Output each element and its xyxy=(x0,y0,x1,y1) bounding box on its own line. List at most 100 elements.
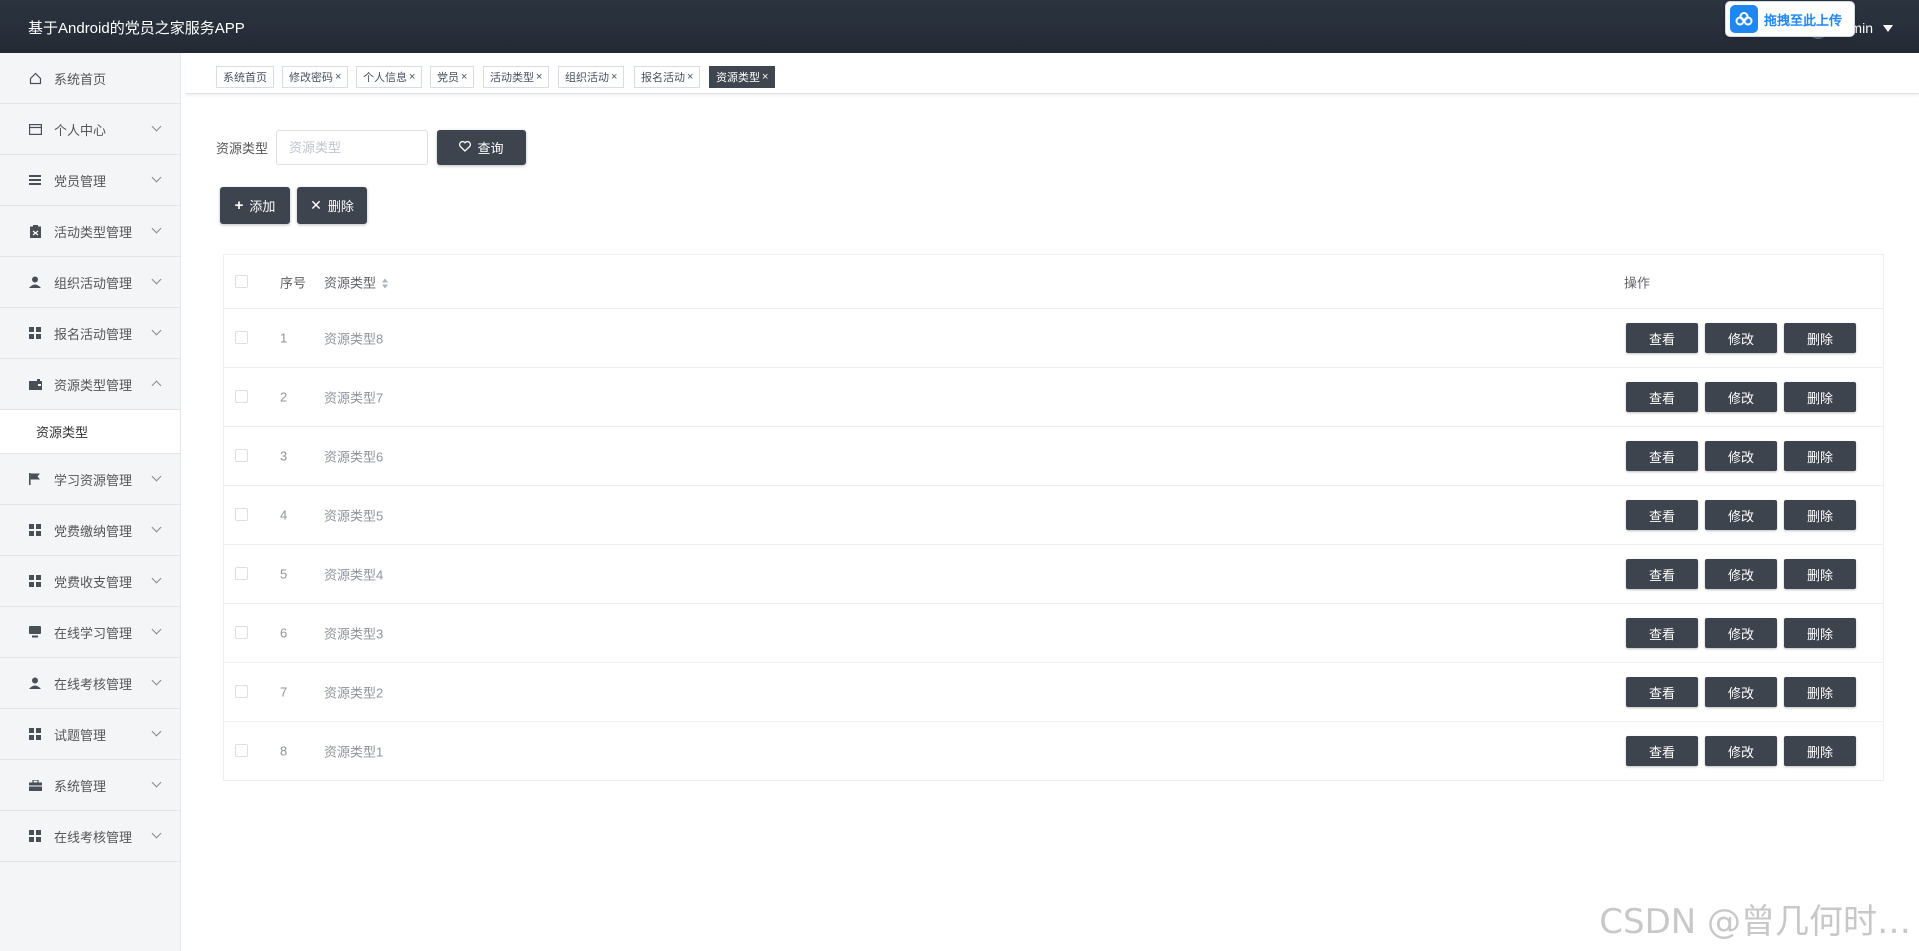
delete-button[interactable]: 删除 xyxy=(1784,559,1856,589)
tab-label: 资源类型 xyxy=(716,72,760,84)
view-button[interactable]: 查看 xyxy=(1626,500,1698,530)
close-icon[interactable]: × xyxy=(687,71,693,83)
row-no: 7 xyxy=(280,684,288,700)
view-button[interactable]: 查看 xyxy=(1626,323,1698,353)
edit-button[interactable]: 修改 xyxy=(1705,559,1777,589)
header-type[interactable]: 资源类型 xyxy=(324,272,389,291)
close-icon[interactable]: × xyxy=(409,71,415,83)
edit-button[interactable]: 修改 xyxy=(1705,441,1777,471)
home-icon xyxy=(28,71,42,85)
sidebar-item-org-activities[interactable]: 组织活动管理 xyxy=(0,257,180,308)
delete-button[interactable]: 删除 xyxy=(1784,736,1856,766)
edit-button[interactable]: 修改 xyxy=(1705,500,1777,530)
delete-button[interactable]: 删除 xyxy=(1784,500,1856,530)
table-row: 1 资源类型8 查看 修改 删除 xyxy=(224,309,1883,368)
close-icon[interactable]: × xyxy=(611,71,617,83)
row-checkbox[interactable] xyxy=(235,744,248,757)
resource-type-table: 序号 资源类型 操作 1 资源类型8 查看 修改 删除 2 资源类型7 查看 修… xyxy=(223,254,1884,781)
tab-org-activities[interactable]: 组织活动 × xyxy=(558,66,625,88)
sort-icon[interactable] xyxy=(382,278,389,289)
row-actions: 查看 修改 删除 xyxy=(1626,618,1856,648)
delete-button[interactable]: 删除 xyxy=(1784,677,1856,707)
row-checkbox[interactable] xyxy=(235,449,248,462)
close-icon[interactable]: × xyxy=(335,71,341,83)
tab-signup-activities[interactable]: 报名活动 × xyxy=(634,66,701,88)
edit-button[interactable]: 修改 xyxy=(1705,736,1777,766)
sidebar-item-label: 组织活动管理 xyxy=(54,275,133,291)
sidebar-item-study-resources[interactable]: 学习资源管理 xyxy=(0,454,180,505)
view-button[interactable]: 查看 xyxy=(1626,559,1698,589)
sidebar-item-online-exam[interactable]: 在线考核管理 xyxy=(0,658,180,709)
query-button-label: 查询 xyxy=(477,141,504,156)
header-type-label: 资源类型 xyxy=(324,275,377,290)
sidebar-item-signup-activities[interactable]: 报名活动管理 xyxy=(0,308,180,359)
table-row: 4 资源类型5 查看 修改 删除 xyxy=(224,486,1883,545)
row-checkbox[interactable] xyxy=(235,685,248,698)
delete-button-label: 删除 xyxy=(327,199,354,214)
tab-home[interactable]: 系统首页 xyxy=(216,66,274,88)
edit-button[interactable]: 修改 xyxy=(1705,323,1777,353)
view-button[interactable]: 查看 xyxy=(1626,736,1698,766)
sidebar-item-questions[interactable]: 试题管理 xyxy=(0,709,180,760)
grid-icon xyxy=(28,574,42,588)
close-icon[interactable]: × xyxy=(762,71,768,83)
edit-button[interactable]: 修改 xyxy=(1705,382,1777,412)
chevron-down-icon xyxy=(151,726,162,737)
chevron-down-icon xyxy=(151,471,162,482)
row-checkbox[interactable] xyxy=(235,390,248,403)
clipboard-icon xyxy=(28,224,42,238)
tab-change-password[interactable]: 修改密码 × xyxy=(282,66,349,88)
tab-profile[interactable]: 个人信息 × xyxy=(356,66,423,88)
row-type: 资源类型7 xyxy=(324,390,384,406)
sidebar-item-system[interactable]: 系统管理 xyxy=(0,760,180,811)
sidebar-item-online-exam-2[interactable]: 在线考核管理 xyxy=(0,811,180,862)
add-button[interactable]: + 添加 xyxy=(220,187,290,224)
sidebar-item-home[interactable]: 系统首页 xyxy=(0,53,180,104)
chevron-down-icon xyxy=(151,573,162,584)
row-type: 资源类型2 xyxy=(324,685,384,701)
user-icon xyxy=(28,275,42,289)
sidebar-item-dues-finance[interactable]: 党费收支管理 xyxy=(0,556,180,607)
edit-button[interactable]: 修改 xyxy=(1705,618,1777,648)
row-checkbox[interactable] xyxy=(235,567,248,580)
view-button[interactable]: 查看 xyxy=(1626,441,1698,471)
batch-delete-button[interactable]: ✕ 删除 xyxy=(297,187,367,224)
view-button[interactable]: 查看 xyxy=(1626,677,1698,707)
query-button[interactable]: 查询 xyxy=(437,130,526,165)
upload-drop-badge[interactable]: 拖拽至此上传 xyxy=(1725,1,1855,37)
submenu-item-label: 资源类型 xyxy=(36,425,89,440)
tab-label: 党员 xyxy=(437,72,459,84)
sidebar-item-label: 资源类型管理 xyxy=(54,377,133,393)
sidebar-item-online-study[interactable]: 在线学习管理 xyxy=(0,607,180,658)
sidebar-item-members[interactable]: 党员管理 xyxy=(0,155,180,206)
sidebar-item-resource-types[interactable]: 资源类型管理 xyxy=(0,359,180,410)
row-checkbox[interactable] xyxy=(235,331,248,344)
view-button[interactable]: 查看 xyxy=(1626,382,1698,412)
table-row: 2 资源类型7 查看 修改 删除 xyxy=(224,368,1883,427)
delete-button[interactable]: 删除 xyxy=(1784,382,1856,412)
grid-icon xyxy=(28,326,42,340)
close-icon[interactable]: × xyxy=(461,71,467,83)
user-icon xyxy=(28,676,42,690)
sidebar-item-dues-payment[interactable]: 党费缴纳管理 xyxy=(0,505,180,556)
search-input[interactable] xyxy=(276,130,428,165)
delete-button[interactable]: 删除 xyxy=(1784,618,1856,648)
tab-activity-types[interactable]: 活动类型 × xyxy=(483,66,550,88)
sidebar-item-activity-types[interactable]: 活动类型管理 xyxy=(0,206,180,257)
sidebar-item-label: 个人中心 xyxy=(54,122,107,138)
row-checkbox[interactable] xyxy=(235,508,248,521)
row-checkbox[interactable] xyxy=(235,626,248,639)
add-button-label: 添加 xyxy=(249,199,276,214)
submenu-item-resource-type[interactable]: 资源类型 xyxy=(0,410,180,454)
edit-button[interactable]: 修改 xyxy=(1705,677,1777,707)
sidebar-item-personal-center[interactable]: 个人中心 xyxy=(0,104,180,155)
close-icon[interactable]: × xyxy=(536,71,542,83)
select-all-checkbox[interactable] xyxy=(235,274,248,288)
tab-members[interactable]: 党员 × xyxy=(430,66,475,88)
tab-label: 系统首页 xyxy=(223,72,267,84)
view-button[interactable]: 查看 xyxy=(1626,618,1698,648)
delete-button[interactable]: 删除 xyxy=(1784,323,1856,353)
table-header: 序号 资源类型 操作 xyxy=(224,255,1883,309)
delete-button[interactable]: 删除 xyxy=(1784,441,1856,471)
tab-resource-types[interactable]: 资源类型 × xyxy=(709,66,776,88)
